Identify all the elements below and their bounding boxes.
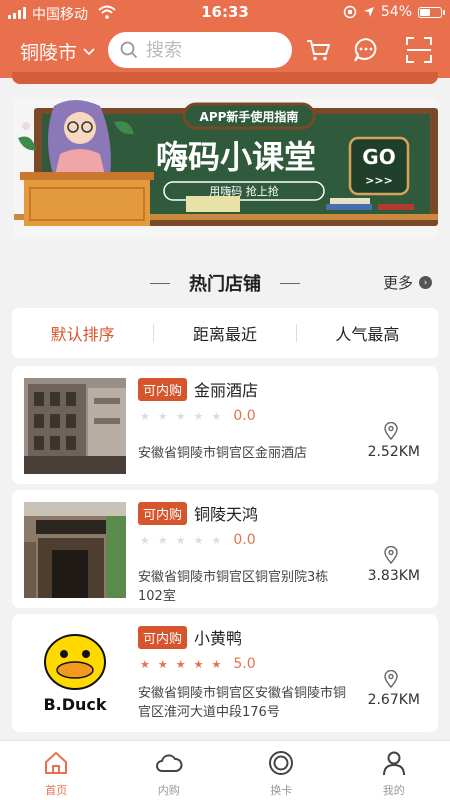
rating-value: 5.0 (233, 656, 256, 672)
star-icon: ★ (211, 657, 222, 671)
ring-icon (269, 751, 294, 775)
star-icon: ★ (175, 657, 186, 671)
shop-address: 安徽省铜陵市铜官区安徽省铜陵市铜官区淮河大道中段176号 (138, 686, 347, 720)
inner-purchase-tag: 可内购 (138, 502, 188, 525)
star-icon: ★ (211, 533, 222, 547)
orientation-lock-icon (343, 5, 357, 19)
star-icon: ★ (140, 533, 150, 547)
promo-go-button: GO (362, 145, 395, 169)
svg-text:>>>: >>> (365, 174, 393, 187)
promo-top-text: APP新手使用指南 (200, 109, 299, 124)
home-icon (45, 752, 68, 774)
star-icon: ★ (193, 657, 204, 671)
search-input[interactable] (146, 39, 276, 61)
search-icon (120, 41, 138, 59)
rating-value: 0.0 (233, 408, 256, 424)
more-link[interactable]: 更多 › (383, 272, 432, 293)
cloud-icon (155, 754, 183, 772)
tab-inner-purchase[interactable]: 内购 (113, 741, 226, 800)
rating-value: 0.0 (233, 532, 256, 548)
location-pin-icon (384, 422, 398, 440)
tab-mine[interactable]: 我的 (338, 741, 450, 800)
shop-distance: 3.83KM (367, 568, 420, 584)
shop-distance: 2.67KM (367, 692, 420, 708)
cart-icon[interactable] (304, 36, 332, 64)
location-pin-icon (384, 546, 398, 564)
star-icon: ★ (157, 409, 168, 423)
scan-icon[interactable] (405, 36, 433, 64)
shop-photo (24, 378, 126, 474)
star-icon: ★ (140, 409, 150, 423)
star-icon: ★ (157, 657, 168, 671)
shop-card[interactable]: 可内购 铜陵天鸿 ★ ★ ★ ★ ★ 0.0 安徽省铜陵市铜官区铜官别院3栋10… (12, 490, 438, 608)
star-icon: ★ (175, 533, 186, 547)
star-icon: ★ (175, 409, 186, 423)
tab-label: 我的 (382, 784, 405, 797)
bottom-tab-bar: 首页 内购 换卡 我的 (0, 740, 450, 800)
star-icon: ★ (140, 657, 150, 671)
section-divider-right (280, 283, 300, 284)
rating-stars: ★ ★ ★ ★ ★ 5.0 (140, 656, 256, 672)
shop-card[interactable]: 可内购 金丽酒店 ★ ★ ★ ★ ★ 0.0 安徽省铜陵市铜官区金丽酒店 2.5… (12, 366, 438, 484)
location-arrow-icon (363, 7, 374, 17)
tab-label: 首页 (45, 784, 68, 797)
star-icon: ★ (193, 409, 204, 423)
tab-label: 换卡 (270, 784, 293, 797)
message-icon[interactable] (352, 36, 380, 64)
sort-bar: 默认排序 距离最近 人气最高 (12, 308, 438, 358)
section-header: 热门店铺 更多 › (0, 266, 450, 300)
shop-distance: 2.52KM (367, 444, 420, 460)
star-icon: ★ (157, 533, 168, 547)
shop-address: 安徽省铜陵市铜官区金丽酒店 (138, 446, 308, 461)
tab-home[interactable]: 首页 (0, 741, 113, 800)
logo-text: B.Duck (43, 695, 106, 714)
city-selector[interactable]: 铜陵市 (20, 38, 95, 65)
shop-name: 小黄鸭 (194, 629, 243, 648)
location-pin-icon (384, 670, 398, 688)
chevron-down-icon (83, 47, 95, 55)
city-label: 铜陵市 (20, 42, 78, 64)
tab-label: 内购 (157, 784, 180, 797)
banner-carousel-edge (12, 72, 438, 84)
star-icon: ★ (193, 533, 204, 547)
tab-exchange-card[interactable]: 换卡 (225, 741, 338, 800)
shop-name: 铜陵天鸿 (194, 505, 259, 524)
shop-card[interactable]: B.Duck 可内购 小黄鸭 ★ ★ ★ ★ ★ 5.0 安徽省铜陵市铜官区安徽… (12, 614, 438, 732)
bduck-logo: B.Duck (24, 626, 126, 722)
inner-purchase-tag: 可内购 (138, 626, 188, 649)
inner-purchase-tag: 可内购 (138, 378, 188, 401)
rating-stars: ★ ★ ★ ★ ★ 0.0 (140, 408, 256, 424)
person-icon (382, 751, 405, 776)
sort-default[interactable]: 默认排序 (12, 321, 153, 345)
more-label: 更多 (382, 274, 413, 292)
promo-banner[interactable]: APP新手使用指南 嗨码小课堂 用嗨码 抢上抢 GO >>> (14, 98, 438, 238)
promo-title: 嗨码小课堂 (156, 138, 316, 176)
shop-name: 金丽酒店 (194, 381, 259, 400)
promo-subtitle: 用嗨码 抢上抢 (209, 184, 279, 198)
star-icon: ★ (211, 409, 222, 423)
search-box[interactable] (108, 32, 292, 68)
battery-percent: 54% (380, 4, 412, 20)
app-header: 中国移动 16:33 54% 铜陵市 (0, 0, 450, 78)
status-bar: 中国移动 16:33 54% (0, 0, 450, 26)
battery-icon (418, 6, 445, 18)
shop-photo (24, 502, 126, 598)
rating-stars: ★ ★ ★ ★ ★ 0.0 (140, 532, 256, 548)
chevron-right-icon: › (419, 276, 432, 289)
sort-distance[interactable]: 距离最近 (154, 321, 295, 345)
sort-popularity[interactable]: 人气最高 (297, 321, 438, 345)
shop-address: 安徽省铜陵市铜官区铜官别院3栋102室 (138, 570, 329, 604)
